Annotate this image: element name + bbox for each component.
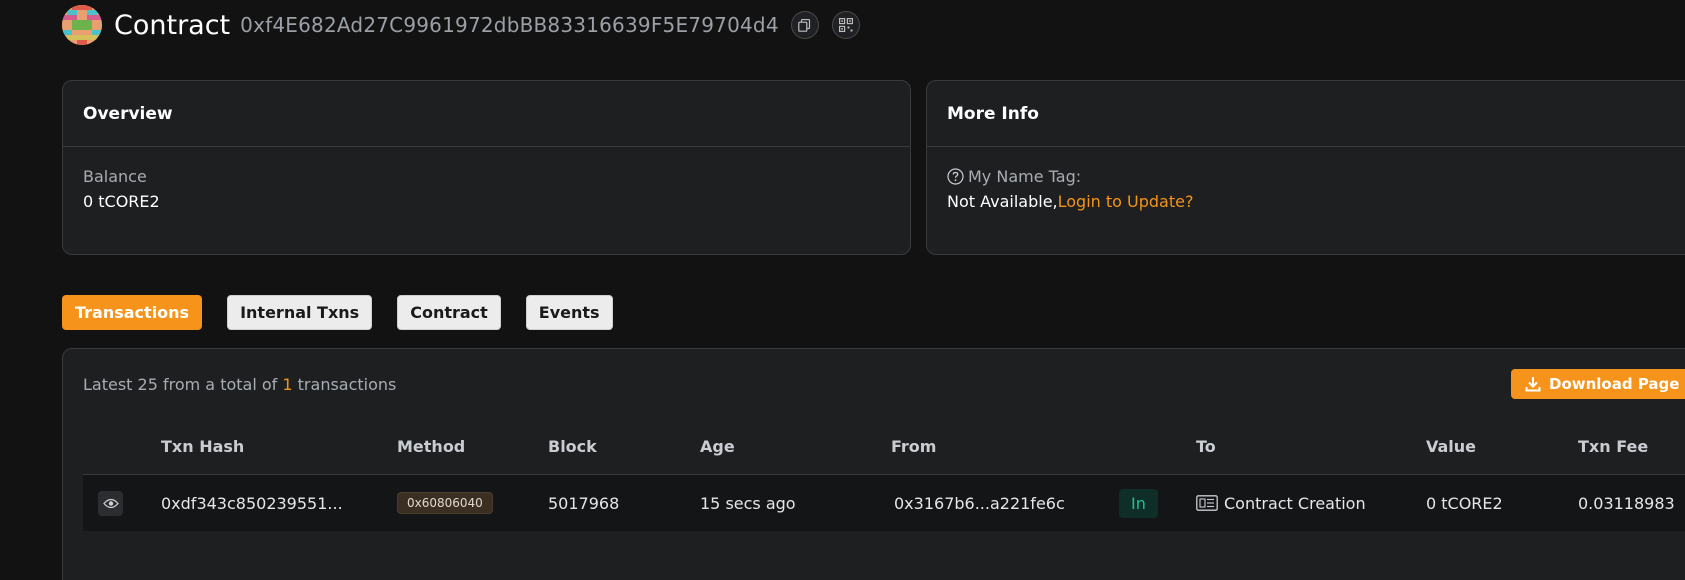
copy-address-button[interactable] bbox=[790, 11, 819, 39]
column-txn-hash[interactable]: Txn Hash bbox=[161, 417, 244, 475]
direction-badge: In bbox=[1119, 488, 1158, 518]
overview-card: Overview Balance 0 tCORE2 bbox=[62, 80, 911, 255]
tab-contract[interactable]: Contract bbox=[397, 295, 501, 330]
overview-title: Overview bbox=[63, 81, 910, 147]
table-header: Txn Hash Method Block Age From To Value … bbox=[83, 417, 1685, 475]
tab-transactions[interactable]: Transactions bbox=[62, 295, 203, 330]
eye-icon bbox=[102, 498, 119, 508]
contract-avatar-icon bbox=[62, 5, 102, 45]
balance-label: Balance bbox=[83, 167, 147, 186]
tab-internal-txns[interactable]: Internal Txns bbox=[227, 295, 373, 330]
copy-icon bbox=[798, 18, 811, 32]
transactions-table: Txn Hash Method Block Age From To Value … bbox=[83, 417, 1685, 531]
name-tag-value: Not Available, bbox=[947, 192, 1058, 211]
row-preview-cell bbox=[98, 475, 123, 531]
contract-document-icon bbox=[1196, 495, 1218, 511]
login-to-update-link[interactable]: Login to Update? bbox=[1058, 192, 1194, 211]
qr-code-icon bbox=[838, 18, 853, 32]
contract-header: Contract 0xf4E682Ad27C9961972dbBB8331663… bbox=[62, 4, 860, 46]
summary-prefix: Latest 25 from a total of bbox=[83, 375, 278, 394]
tab-bar: Transactions Internal Txns Contract Even… bbox=[62, 295, 638, 330]
download-label: Download Page Data bbox=[1549, 375, 1685, 393]
contract-address: 0xf4E682Ad27C9961972dbBB83316639F5E79704… bbox=[240, 13, 779, 37]
to-contract-creation: Contract Creation bbox=[1224, 493, 1366, 513]
column-value[interactable]: Value bbox=[1426, 417, 1476, 475]
method-badge: 0x60806040 bbox=[397, 492, 493, 514]
name-tag-row: My Name Tag: bbox=[947, 167, 1685, 186]
to-cell: Contract Creation bbox=[1196, 475, 1366, 531]
table-row: 0xdf343c850239551... 0x60806040 5017968 … bbox=[83, 475, 1685, 531]
direction-cell: In bbox=[1119, 475, 1158, 531]
value-cell: 0 tCORE2 bbox=[1426, 493, 1503, 513]
transactions-panel: Latest 25 from a total of 1 transactions… bbox=[62, 348, 1685, 580]
name-tag-label: My Name Tag: bbox=[968, 167, 1082, 186]
summary-suffix: transactions bbox=[297, 375, 397, 394]
txn-hash-link[interactable]: 0xdf343c850239551... bbox=[161, 475, 343, 531]
more-info-card: More Info My Name Tag: Not Available,Log… bbox=[926, 80, 1685, 255]
tab-events[interactable]: Events bbox=[525, 295, 613, 330]
block-link[interactable]: 5017968 bbox=[548, 475, 619, 531]
qr-code-button[interactable] bbox=[831, 11, 860, 39]
transactions-summary: Latest 25 from a total of 1 transactions bbox=[83, 375, 396, 394]
name-tag-value-row: Not Available,Login to Update? bbox=[947, 192, 1685, 211]
column-block[interactable]: Block bbox=[548, 417, 597, 475]
view-details-button[interactable] bbox=[98, 490, 123, 516]
txn-fee-cell: 0.03118983 bbox=[1578, 493, 1675, 513]
download-icon bbox=[1525, 377, 1541, 392]
page-title: Contract bbox=[114, 9, 231, 41]
column-age[interactable]: Age bbox=[700, 417, 735, 475]
column-from[interactable]: From bbox=[891, 417, 936, 475]
more-info-title: More Info bbox=[927, 81, 1685, 147]
download-page-data-button[interactable]: Download Page Data bbox=[1511, 369, 1685, 399]
question-circle-icon bbox=[947, 168, 964, 185]
column-method[interactable]: Method bbox=[397, 417, 465, 475]
summary-count: 1 bbox=[282, 375, 293, 394]
column-txn-fee[interactable]: Txn Fee bbox=[1578, 417, 1648, 475]
contract-page: Contract 0xf4E682Ad27C9961972dbBB8331663… bbox=[0, 0, 1685, 580]
column-to[interactable]: To bbox=[1196, 417, 1216, 475]
method-cell: 0x60806040 bbox=[397, 475, 493, 531]
age-cell: 15 secs ago bbox=[700, 493, 796, 513]
from-address-link[interactable]: 0x3167b6...a221fe6c bbox=[894, 475, 1065, 531]
balance-value: 0 tCORE2 bbox=[83, 192, 160, 211]
